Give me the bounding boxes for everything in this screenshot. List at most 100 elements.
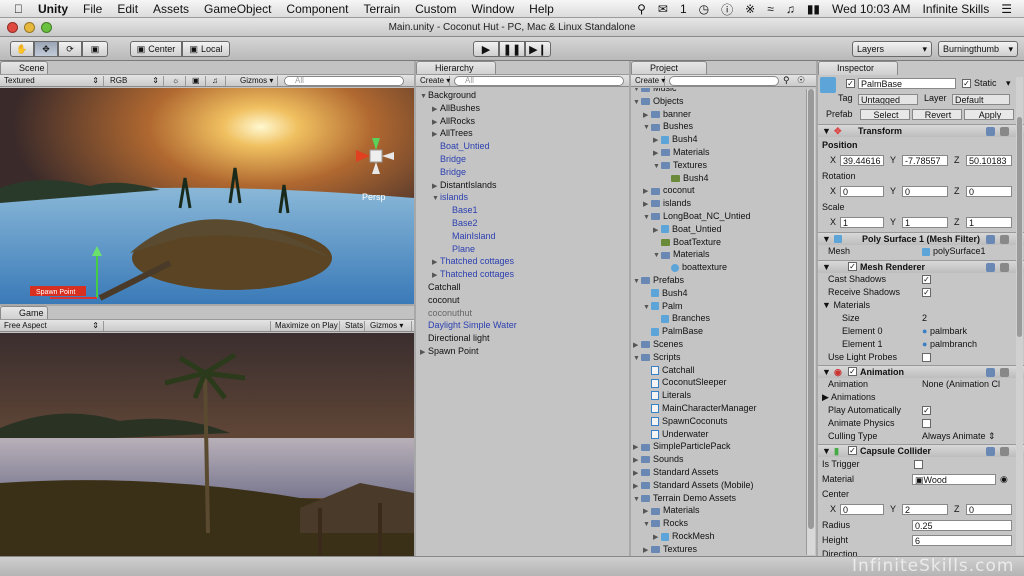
project-item[interactable]: ▶ islands [643, 197, 691, 210]
project-item[interactable]: ▶ banner [643, 108, 691, 121]
foldout-arrow-icon[interactable]: ▼ [633, 96, 641, 109]
project-item[interactable]: ▶ Standard Assets [633, 466, 719, 479]
project-item[interactable]: ▼ Materials [653, 248, 710, 261]
layers-dropdown[interactable]: Layers ▾ [852, 41, 932, 57]
prefab-apply-button[interactable]: Apply [964, 109, 1014, 120]
project-item[interactable]: ▶ RockMesh [653, 530, 715, 543]
info-icon[interactable]: ⓘ [721, 1, 733, 18]
game-gizmos-dropdown[interactable]: Gizmos ▾ [366, 321, 412, 331]
filter-type-icon[interactable]: ⚲ [783, 75, 790, 86]
mesh-renderer-enabled-checkbox[interactable]: ✓ [848, 262, 857, 271]
gear-icon[interactable] [1000, 447, 1009, 456]
play-automatically-checkbox[interactable]: ✓ [922, 406, 931, 415]
persp-label[interactable]: Persp [362, 192, 386, 202]
element1-value[interactable]: ● palmbranch [922, 338, 977, 351]
foldout-arrow-icon[interactable]: ▼ [432, 192, 440, 205]
project-item[interactable]: ▶ Materials [643, 504, 700, 517]
apple-icon[interactable]:  [14, 2, 23, 16]
menu-gameobject[interactable]: GameObject [204, 2, 271, 16]
menu-custom[interactable]: Custom [415, 2, 456, 16]
project-item[interactable]: ▼ Palm [643, 300, 683, 313]
hierarchy-item[interactable]: ▶ Spawn Point [420, 345, 479, 358]
foldout-arrow-icon[interactable]: ▼ [653, 160, 661, 173]
project-item[interactable]: Branches [653, 312, 710, 325]
layout-dropdown[interactable]: Burningthumb ▾ [938, 41, 1018, 57]
hierarchy-item[interactable]: Directional light [420, 332, 490, 345]
prefab-revert-button[interactable]: Revert [912, 109, 962, 120]
menu-list-icon[interactable]: ☰ [1001, 2, 1012, 16]
menu-window[interactable]: Window [471, 2, 514, 16]
foldout-arrow-icon[interactable]: ▼ [643, 211, 651, 224]
project-item[interactable]: ▶ Textures [643, 543, 697, 556]
center-z-field[interactable]: 0 [966, 504, 1012, 515]
hierarchy-search-input[interactable]: All [454, 76, 624, 86]
help-icon[interactable] [986, 263, 995, 272]
foldout-arrow-icon[interactable]: ▶ [643, 544, 651, 556]
project-create-dropdown[interactable]: Create ▾ [631, 76, 665, 86]
aspect-dropdown[interactable]: Free Aspect ⇕ [0, 321, 104, 331]
project-item[interactable]: ▼ Prefabs [633, 274, 684, 287]
inspector-scrollbar-thumb[interactable] [1017, 117, 1022, 337]
project-item[interactable]: ▶ Standard Assets (Mobile) [633, 479, 754, 492]
position-z-field[interactable]: 50.10183 [966, 155, 1012, 166]
audio-toggle[interactable]: ♫ [208, 76, 226, 86]
project-item[interactable]: ▼ Terrain Demo Assets [633, 492, 736, 505]
scale-x-field[interactable]: 1 [840, 217, 884, 228]
foldout-arrow-icon[interactable]: ▼ [653, 249, 661, 262]
active-checkbox[interactable]: ✓ [846, 79, 855, 88]
hierarchy-item[interactable]: Base2 [444, 217, 478, 230]
mesh-filter-header[interactable]: ▼ Poly Surface 1 (Mesh Filter) [818, 232, 1024, 245]
maximize-on-play-toggle[interactable]: Maximize on Play [270, 321, 340, 331]
hierarchy-create-dropdown[interactable]: Create ▾ [416, 76, 450, 86]
foldout-arrow-icon[interactable]: ▼ [643, 121, 651, 134]
hierarchy-item[interactable]: ▼islands [432, 191, 468, 204]
hierarchy-item[interactable]: ▶ DistantIslands [432, 179, 497, 192]
menu-terrain[interactable]: Terrain [363, 2, 400, 16]
close-window-icon[interactable] [7, 22, 18, 33]
scale-tool-button[interactable]: ▣ [82, 41, 108, 57]
hierarchy-item[interactable]: ▶ AllTrees [432, 127, 473, 140]
foldout-arrow-icon[interactable]: ▼ [633, 275, 641, 288]
stats-toggle[interactable]: Stats [341, 321, 365, 331]
radius-field[interactable]: 0.25 [912, 520, 1012, 531]
project-item[interactable]: Literals [643, 389, 691, 402]
foldout-arrow-icon[interactable]: ▶ [420, 346, 428, 359]
minimize-window-icon[interactable] [24, 22, 35, 33]
inspector-scrollbar[interactable] [1016, 77, 1023, 555]
pivot-local-button[interactable]: ▣ Local [182, 41, 230, 57]
project-item[interactable]: Catchall [643, 364, 695, 377]
hierarchy-item[interactable]: Boat_Untied [432, 140, 490, 153]
wifi-icon[interactable]: ≈ [767, 2, 774, 16]
help-icon[interactable] [986, 235, 995, 244]
object-name-field[interactable]: PalmBase [858, 78, 956, 89]
element0-value[interactable]: ● palmbark [922, 325, 967, 338]
project-item[interactable]: ▼ Rocks [643, 517, 688, 530]
is-trigger-checkbox[interactable] [914, 460, 923, 469]
project-scrollbar[interactable] [806, 89, 815, 555]
hierarchy-item[interactable]: ▼Background [420, 89, 476, 102]
help-icon[interactable] [986, 447, 995, 456]
center-y-field[interactable]: 2 [902, 504, 948, 515]
time-machine-icon[interactable]: ◷ [699, 2, 709, 16]
project-tab[interactable]: Project [631, 61, 707, 75]
project-item[interactable]: ▶ SimpleParticlePack [633, 440, 731, 453]
gear-icon[interactable] [1000, 263, 1009, 272]
project-item[interactable]: ▶ Bush4 [653, 133, 698, 146]
menu-edit[interactable]: Edit [117, 2, 138, 16]
bluetooth-icon[interactable]: ※ [745, 2, 755, 16]
scene-tab[interactable]: Scene [0, 61, 48, 75]
project-item[interactable]: ▼ Objects [633, 95, 684, 108]
foldout-arrow-icon[interactable]: ▼ [633, 352, 641, 365]
game-viewport[interactable] [0, 333, 414, 556]
tag-dropdown[interactable]: Untagged [858, 94, 918, 105]
zoom-window-icon[interactable] [41, 22, 52, 33]
mesh-renderer-header[interactable]: ▼ ✓ Mesh Renderer [818, 260, 1024, 273]
capsule-collider-header[interactable]: ▼ ▮ ✓ Capsule Collider [818, 444, 1024, 457]
static-checkbox[interactable]: ✓ [962, 79, 971, 88]
pause-button[interactable]: ❚❚ [499, 41, 525, 57]
hand-tool-button[interactable]: ✋ [10, 41, 34, 57]
project-item[interactable]: SpawnCoconuts [643, 415, 728, 428]
menu-component[interactable]: Component [286, 2, 348, 16]
project-item[interactable]: BoatTexture [653, 236, 721, 249]
hierarchy-item[interactable]: Daylight Simple Water [420, 319, 517, 332]
